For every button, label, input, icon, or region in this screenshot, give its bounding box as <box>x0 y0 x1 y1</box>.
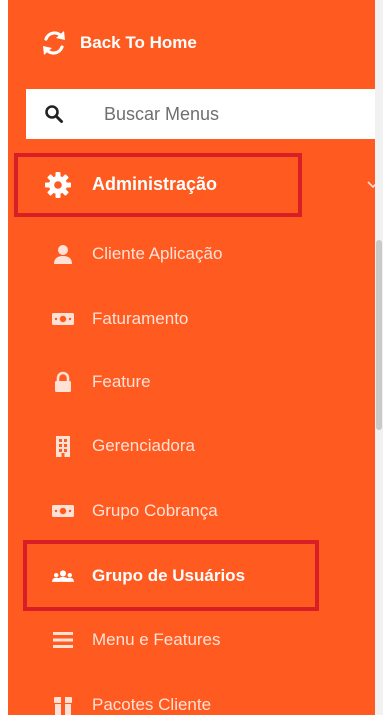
sync-arrows-icon <box>43 31 65 55</box>
users-icon <box>52 570 74 582</box>
user-icon <box>54 245 72 264</box>
lock-icon <box>55 371 71 392</box>
search-box <box>26 89 383 139</box>
menu-item-label: Gerenciadora <box>92 436 196 455</box>
building-icon <box>56 436 70 457</box>
menu-item-cliente-aplicacao[interactable]: Cliente Aplicação <box>48 234 348 274</box>
money-icon <box>52 505 74 517</box>
menu-item-label: Faturamento <box>92 309 189 328</box>
menu-item-label: Grupo de Usuários <box>92 566 246 585</box>
section-title: Administração <box>92 174 218 194</box>
menu-item-gerenciadora[interactable]: Gerenciadora <box>48 426 348 466</box>
menu-item-label: Pacotes Cliente <box>92 695 212 714</box>
menu-item-label: Cliente Aplicação <box>92 244 223 263</box>
menu-item-grupo-de-usuarios[interactable]: Grupo de Usuários <box>48 556 348 596</box>
back-to-home-link[interactable]: Back To Home <box>38 26 197 60</box>
menu-item-feature[interactable]: Feature <box>48 362 348 402</box>
menu-item-pacotes-cliente[interactable]: Pacotes Cliente <box>48 685 348 715</box>
search-input[interactable] <box>102 102 346 126</box>
back-to-home-label: Back To Home <box>80 33 197 52</box>
gear-icon <box>45 172 71 198</box>
scrollbar-thumb[interactable] <box>376 240 382 430</box>
search-icon <box>45 105 63 123</box>
sidebar: Back To Home Administração <box>8 0 383 715</box>
menu-item-menu-e-features[interactable]: Menu e Features <box>48 620 348 660</box>
menu-item-label: Menu e Features <box>92 630 221 649</box>
menu-item-faturamento[interactable]: Faturamento <box>48 299 348 339</box>
page-edge <box>0 0 8 715</box>
bars-icon <box>53 632 73 648</box>
package-icon <box>54 697 72 715</box>
money-icon <box>52 313 74 325</box>
menu-item-grupo-cobranca[interactable]: Grupo Cobrança <box>48 491 348 531</box>
section-header-administracao[interactable]: Administração <box>26 160 383 210</box>
menu-item-label: Feature <box>92 372 151 391</box>
menu-item-label: Grupo Cobrança <box>92 501 218 520</box>
scrollbar-track[interactable] <box>375 0 383 715</box>
